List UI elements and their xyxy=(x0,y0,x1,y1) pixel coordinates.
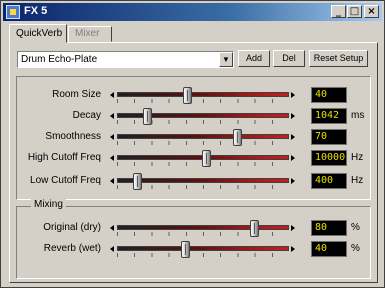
delete-preset-button[interactable]: Del xyxy=(273,50,305,67)
slider-row-low-cutoff: Low Cutoff Freq 400 Hz xyxy=(1,173,385,193)
chevron-down-icon[interactable]: ▼ xyxy=(219,52,233,67)
slider-track[interactable] xyxy=(117,92,289,97)
slider-thumb[interactable] xyxy=(181,241,191,258)
slider-thumb[interactable] xyxy=(250,220,260,237)
slider-ticks xyxy=(117,99,289,103)
value-readout[interactable]: 40 xyxy=(311,241,347,257)
slider-label: Smoothness xyxy=(45,131,101,142)
slider-ticks xyxy=(117,185,289,189)
value-readout[interactable]: 1042 xyxy=(311,108,347,124)
preset-value: Drum Echo-Plate xyxy=(21,54,98,65)
value-readout[interactable]: 40 xyxy=(311,87,347,103)
decrease-arrow-icon[interactable] xyxy=(110,178,114,184)
decrease-arrow-icon[interactable] xyxy=(110,246,114,252)
decrease-arrow-icon[interactable] xyxy=(110,155,114,161)
value-readout[interactable]: 10000 xyxy=(311,150,347,166)
unit-label: ms xyxy=(351,110,365,121)
increase-arrow-icon[interactable] xyxy=(291,92,295,98)
mixing-group-label: Mixing xyxy=(31,199,66,210)
unit-label: % xyxy=(351,243,360,254)
slider-row-high-cutoff: High Cutoff Freq 10000 Hz xyxy=(1,150,385,170)
increase-arrow-icon[interactable] xyxy=(291,134,295,140)
slider-ticks xyxy=(117,253,289,257)
increase-arrow-icon[interactable] xyxy=(291,225,295,231)
slider-thumb[interactable] xyxy=(232,129,242,146)
app-icon xyxy=(6,5,20,19)
minimize-button[interactable]: _ xyxy=(331,5,346,18)
title-bar[interactable]: FX 5 _ □ × xyxy=(3,3,382,21)
slider-label: Low Cutoff Freq xyxy=(30,175,101,186)
slider-thumb[interactable] xyxy=(143,108,153,125)
window-title: FX 5 xyxy=(24,5,48,17)
slider-label: Room Size xyxy=(52,89,101,100)
fx-window: FX 5 _ □ × QuickVerb Mixer Drum Echo-Pla… xyxy=(0,0,385,288)
slider-row-reverb-wet: Reverb (wet) 40 % xyxy=(1,241,385,261)
decrease-arrow-icon[interactable] xyxy=(110,225,114,231)
slider-thumb[interactable] xyxy=(183,87,193,104)
increase-arrow-icon[interactable] xyxy=(291,155,295,161)
slider-label: Decay xyxy=(72,110,101,121)
slider-row-original-dry: Original (dry) 80 % xyxy=(1,220,385,240)
slider-track[interactable] xyxy=(117,134,289,139)
slider-ticks xyxy=(117,232,289,236)
slider-track[interactable] xyxy=(117,246,289,251)
tab-quickverb[interactable]: QuickVerb xyxy=(9,24,67,43)
slider-label: Original (dry) xyxy=(43,222,101,233)
decrease-arrow-icon[interactable] xyxy=(110,92,114,98)
slider-label: High Cutoff Freq xyxy=(27,152,101,163)
unit-label: % xyxy=(351,222,360,233)
reset-setup-button[interactable]: Reset Setup xyxy=(309,50,368,67)
slider-ticks xyxy=(117,141,289,145)
value-readout[interactable]: 70 xyxy=(311,129,347,145)
slider-track[interactable] xyxy=(117,178,289,183)
slider-track[interactable] xyxy=(117,225,289,230)
decrease-arrow-icon[interactable] xyxy=(110,113,114,119)
value-readout[interactable]: 80 xyxy=(311,220,347,236)
value-readout[interactable]: 400 xyxy=(311,173,347,189)
unit-label: Hz xyxy=(351,152,364,163)
slider-thumb[interactable] xyxy=(201,150,211,167)
slider-row-decay: Decay 1042 ms xyxy=(1,108,385,128)
slider-label: Reverb (wet) xyxy=(43,243,101,254)
unit-label: Hz xyxy=(351,175,364,186)
tab-mixer[interactable]: Mixer xyxy=(68,26,112,42)
increase-arrow-icon[interactable] xyxy=(291,178,295,184)
slider-row-smoothness: Smoothness 70 xyxy=(1,129,385,149)
close-button[interactable]: × xyxy=(364,5,379,18)
decrease-arrow-icon[interactable] xyxy=(110,134,114,140)
increase-arrow-icon[interactable] xyxy=(291,113,295,119)
preset-dropdown[interactable]: Drum Echo-Plate ▼ xyxy=(17,51,234,68)
slider-thumb[interactable] xyxy=(133,173,143,190)
increase-arrow-icon[interactable] xyxy=(291,246,295,252)
add-preset-button[interactable]: Add xyxy=(238,50,270,67)
slider-row-room-size: Room Size 40 xyxy=(1,87,385,107)
maximize-button[interactable]: □ xyxy=(347,5,362,18)
